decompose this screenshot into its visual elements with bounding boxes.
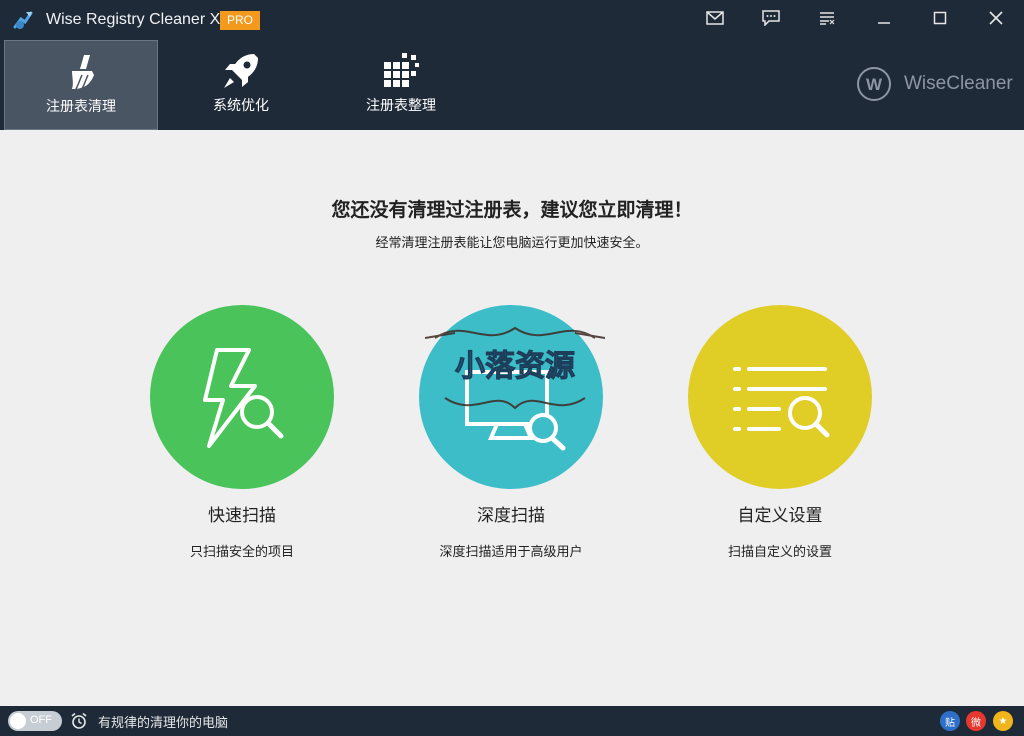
minimize-button[interactable] <box>870 6 898 30</box>
broom-icon <box>72 55 94 90</box>
feedback-button[interactable] <box>757 6 785 30</box>
feedback-icon <box>762 10 780 26</box>
svg-text:W: W <box>866 75 883 94</box>
weibo-icon: 微 <box>971 717 981 729</box>
quick-scan-circle[interactable] <box>150 305 334 489</box>
tieba-icon: 贴 <box>945 717 955 729</box>
wisecleaner-logo-icon: W <box>857 67 891 101</box>
maximize-icon <box>933 11 947 25</box>
star-icon: ★ <box>998 715 1008 727</box>
option-title: 自定义设置 <box>737 506 823 526</box>
header: Wise Registry Cleaner X PRO 注册表清理 系统优化 注… <box>0 0 1024 130</box>
alarm-clock-icon[interactable] <box>70 712 88 730</box>
option-title: 深度扫描 <box>477 506 545 526</box>
deep-scan-circle[interactable] <box>419 305 603 489</box>
page-subline: 经常清理注册表能让您电脑运行更加快速安全。 <box>375 236 649 251</box>
option-description: 深度扫描适用于高级用户 <box>439 545 583 560</box>
defrag-grid-icon <box>384 53 419 87</box>
menu-icon <box>820 12 835 25</box>
schedule-status-text: 有规律的清理你的电脑 <box>98 716 229 731</box>
list-search-icon <box>733 367 830 438</box>
tab-label: 注册表整理 <box>366 98 436 114</box>
app-title: Wise Registry Cleaner X <box>46 11 221 28</box>
tieba-button[interactable]: 贴 <box>940 711 960 731</box>
tab-system-optimize[interactable]: 系统优化 <box>164 40 318 130</box>
tab-registry-defrag[interactable]: 注册表整理 <box>324 40 478 130</box>
brand-text: WiseCleaner <box>904 73 1013 94</box>
maximize-button[interactable] <box>926 6 954 30</box>
custom-settings-circle[interactable] <box>688 305 872 489</box>
minimize-icon <box>878 22 890 24</box>
status-bar: OFF 有规律的清理你的电脑 贴 微 ★ <box>0 706 1024 736</box>
title-bar: Wise Registry Cleaner X PRO <box>0 0 1024 38</box>
mail-icon <box>706 11 724 25</box>
tab-label: 系统优化 <box>213 98 269 114</box>
toggle-label: OFF <box>30 714 52 726</box>
monitor-search-icon <box>465 370 566 451</box>
tab-registry-clean[interactable]: 注册表清理 <box>4 40 158 130</box>
weibo-button[interactable]: 微 <box>966 711 986 731</box>
schedule-toggle[interactable]: OFF <box>8 711 62 731</box>
star-button[interactable]: ★ <box>993 711 1013 731</box>
rocket-icon <box>224 54 258 88</box>
close-button[interactable] <box>982 6 1010 30</box>
mail-button[interactable] <box>701 6 729 30</box>
custom-settings-option[interactable]: 自定义设置 扫描自定义的设置 <box>685 305 875 565</box>
option-title: 快速扫描 <box>208 506 276 526</box>
wisecleaner-brand[interactable]: W WiseCleaner <box>856 64 1016 104</box>
quick-scan-option[interactable]: 快速扫描 只扫描安全的项目 <box>147 305 337 565</box>
close-icon <box>989 11 1003 25</box>
pro-badge: PRO <box>220 11 260 30</box>
menu-button[interactable] <box>813 6 841 30</box>
option-description: 扫描自定义的设置 <box>727 545 832 560</box>
app-logo-icon <box>13 11 33 29</box>
deep-scan-option[interactable]: 深度扫描 深度扫描适用于高级用户 <box>416 305 606 565</box>
tab-label: 注册表清理 <box>46 99 116 115</box>
toggle-knob <box>10 713 26 729</box>
lightning-search-icon <box>203 348 284 448</box>
option-description: 只扫描安全的项目 <box>189 545 294 560</box>
page-headline: 您还没有清理过注册表，建议您立即清理！ <box>331 199 693 221</box>
